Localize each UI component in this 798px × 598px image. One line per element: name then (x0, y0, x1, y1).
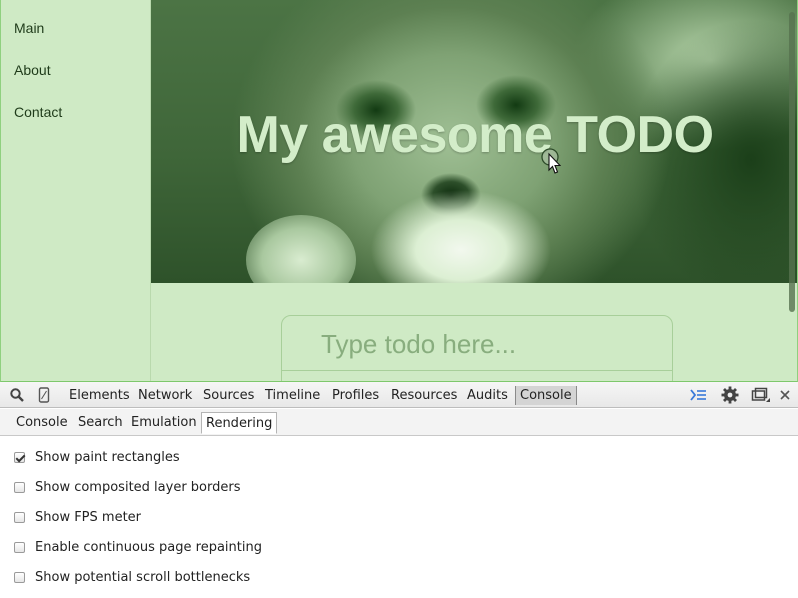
option-label: Show paint rectangles (35, 449, 180, 465)
tab-timeline[interactable]: Timeline (261, 386, 324, 405)
option-label: Enable continuous page repainting (35, 539, 262, 555)
checkbox-checked[interactable] (14, 451, 25, 463)
drawer-tabbar: Console Search Emulation Rendering (0, 409, 798, 436)
devtools-panel: Elements Network Sources Timeline Profil… (0, 382, 798, 598)
option-label: Show composited layer borders (35, 479, 241, 495)
option-label: Show FPS meter (35, 509, 142, 525)
gear-icon[interactable] (721, 386, 739, 404)
option-show-composited-layer-borders[interactable]: Show composited layer borders (14, 477, 240, 497)
todo-divider (282, 370, 672, 371)
tab-audits[interactable]: Audits (463, 386, 512, 405)
option-label: Show potential scroll bottlenecks (35, 569, 251, 585)
checkbox[interactable] (14, 571, 25, 583)
page-title: My awesome TODO (236, 106, 714, 164)
dock-side-icon[interactable] (751, 387, 771, 403)
checkbox[interactable] (14, 511, 25, 523)
checkbox[interactable] (14, 541, 25, 553)
page-viewport: Main About Contact My awesome TODO (0, 0, 798, 382)
tab-resources[interactable]: Resources (387, 386, 461, 405)
show-drawer-icon[interactable] (689, 387, 707, 403)
search-icon[interactable] (9, 387, 25, 403)
hero-kitten-image: My awesome TODO (151, 0, 797, 283)
checkbox[interactable] (14, 481, 25, 493)
tab-console[interactable]: Console (515, 386, 577, 405)
drawer-tab-rendering[interactable]: Rendering (201, 412, 278, 434)
nav-link-contact[interactable]: Contact (14, 104, 62, 120)
page-scrollbar[interactable] (789, 12, 795, 312)
drawer-tab-emulation[interactable]: Emulation (127, 412, 201, 434)
tab-elements[interactable]: Elements (65, 386, 134, 405)
tab-sources[interactable]: Sources (199, 386, 258, 405)
option-scroll-bottlenecks[interactable]: Show potential scroll bottlenecks (14, 567, 250, 587)
option-show-fps-meter[interactable]: Show FPS meter (14, 507, 141, 527)
todo-input[interactable] (283, 317, 671, 371)
drawer-tab-search[interactable]: Search (74, 412, 127, 434)
tab-profiles[interactable]: Profiles (328, 386, 383, 405)
mouse-cursor-icon (541, 148, 561, 174)
nav-link-about[interactable]: About (14, 62, 51, 78)
close-icon[interactable] (778, 387, 792, 403)
sidebar-nav: Main About Contact (1, 0, 151, 381)
option-show-paint-rectangles[interactable]: Show paint rectangles (14, 447, 180, 467)
devtools-toolbar: Elements Network Sources Timeline Profil… (0, 382, 798, 408)
todo-form (281, 315, 673, 381)
hero-paw-highlight (246, 215, 356, 283)
drawer-tab-console[interactable]: Console (12, 412, 72, 434)
option-continuous-repainting[interactable]: Enable continuous page repainting (14, 537, 262, 557)
tab-network[interactable]: Network (134, 386, 196, 405)
nav-link-main[interactable]: Main (14, 20, 44, 36)
device-mode-icon[interactable] (36, 387, 52, 403)
